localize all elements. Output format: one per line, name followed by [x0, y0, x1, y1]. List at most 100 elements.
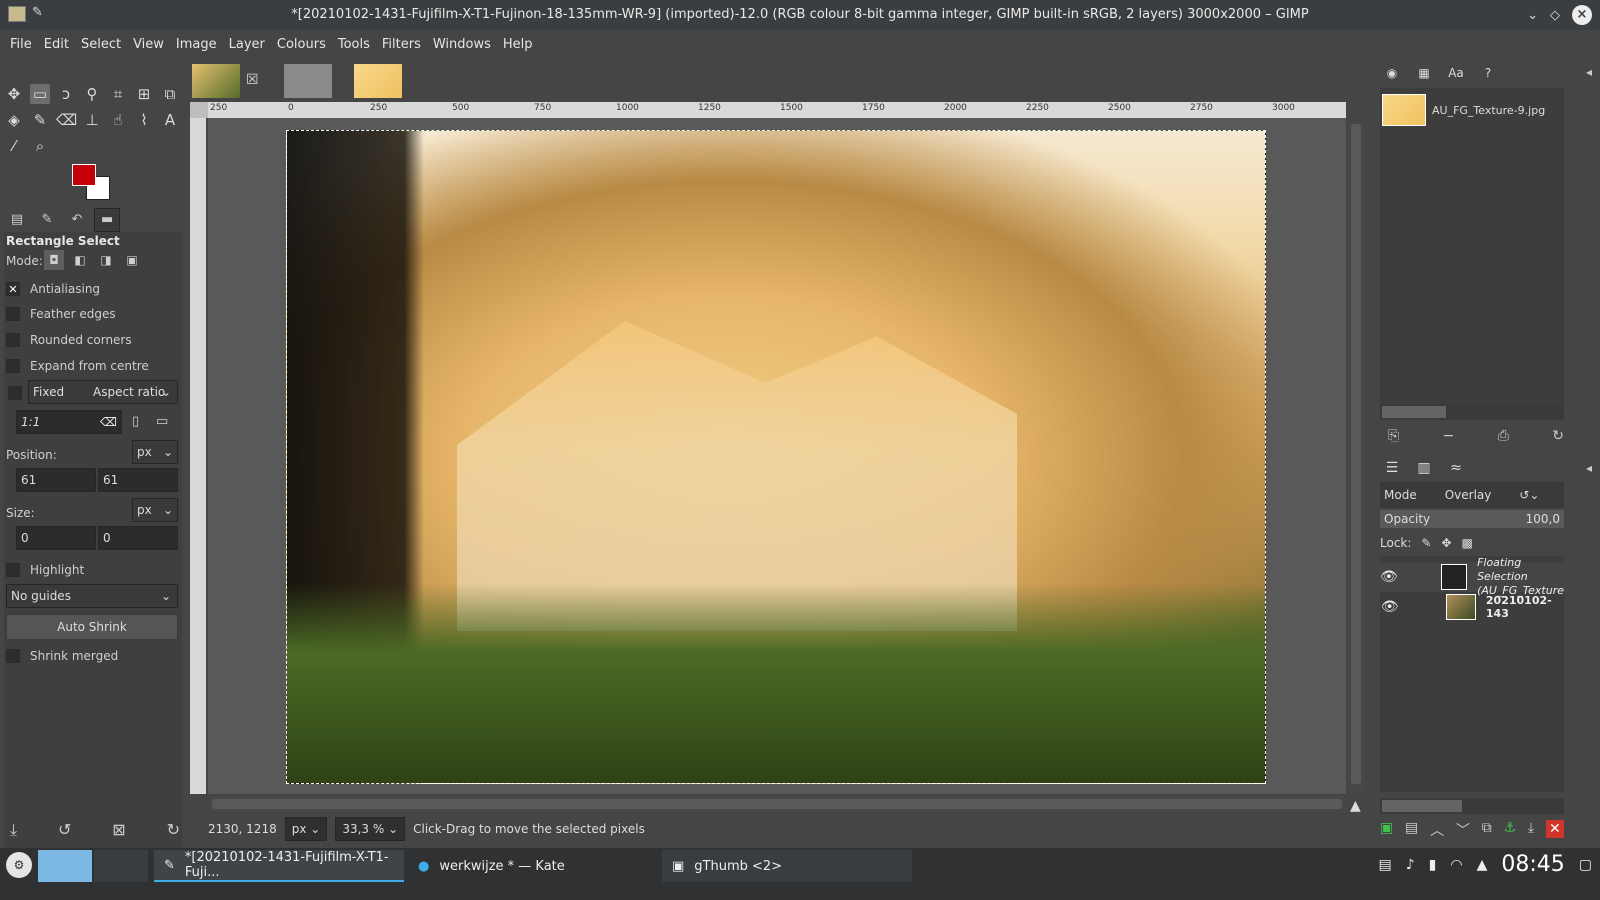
clear-icon[interactable]: ⌫	[100, 411, 117, 433]
minimize-icon[interactable]: ⌄	[1527, 8, 1538, 23]
mode-intersect-icon[interactable]: ▣	[122, 250, 142, 270]
position-y-field[interactable]: 61	[98, 468, 178, 492]
fg-bg-colors[interactable]	[72, 164, 118, 208]
pattern-item[interactable]: AU_FG_Texture-9.jpg	[1382, 92, 1562, 128]
delete-preset-icon[interactable]: ⊠	[112, 820, 125, 840]
scroll-thumb[interactable]	[1382, 406, 1446, 418]
clipboard-icon[interactable]: ▤	[1378, 857, 1391, 873]
canvas[interactable]	[208, 118, 1346, 794]
scroll-thumb[interactable]	[212, 799, 1342, 809]
patterns-tab-icon[interactable]: ▦	[1412, 63, 1436, 83]
paths-tab-icon[interactable]: ≈	[1444, 458, 1468, 478]
paths-tool-icon[interactable]: ⌇	[134, 110, 154, 130]
lasso-tool-icon[interactable]: ↄ	[56, 84, 76, 104]
duplicate-pattern-icon[interactable]: ⎙	[1498, 428, 1509, 444]
scroll-thumb[interactable]	[1351, 124, 1361, 784]
restore-preset-icon[interactable]: ↺	[58, 820, 71, 840]
vertical-scrollbar[interactable]	[1348, 118, 1364, 794]
channels-tab-icon[interactable]: ▥	[1412, 458, 1436, 478]
antialiasing-checkbox[interactable]: ✕ Antialiasing	[6, 281, 176, 297]
size-h-field[interactable]: 0	[98, 526, 178, 550]
layer-row[interactable]: 👁 Floating Selection (AU_FG_Texture	[1380, 556, 1564, 597]
layers-tab-icon[interactable]: ☰	[1380, 458, 1404, 478]
menu-tools[interactable]: Tools	[332, 37, 376, 52]
fonts-tab-icon[interactable]: Aa	[1444, 63, 1468, 83]
size-w-field[interactable]: 0	[16, 526, 96, 550]
portrait-icon[interactable]: ▯	[132, 414, 139, 429]
image-layer-photo[interactable]	[286, 130, 1266, 784]
lock-alpha-icon[interactable]: ▩	[1462, 536, 1473, 550]
brushes-tab-icon[interactable]: ◉	[1380, 63, 1404, 83]
new-layer-icon[interactable]: ▣	[1380, 820, 1393, 840]
position-unit-dropdown[interactable]: px ⌄	[132, 440, 178, 464]
merge-layer-icon[interactable]: ⤓	[1528, 820, 1534, 840]
volume-icon[interactable]: ♪	[1406, 857, 1415, 873]
delete-layer-icon[interactable]: ✕	[1545, 820, 1564, 838]
desktop-1[interactable]	[38, 850, 92, 882]
smudge-tool-icon[interactable]: ☝	[108, 110, 128, 130]
maximize-icon[interactable]: ◇	[1550, 8, 1560, 23]
zoom-tool-icon[interactable]: ⌕	[30, 136, 50, 156]
menu-windows[interactable]: Windows	[427, 37, 497, 52]
menu-filters[interactable]: Filters	[376, 37, 427, 52]
zoom-select[interactable]: 33,3 % ⌄	[335, 817, 406, 841]
landscape-icon[interactable]: ▭	[156, 414, 168, 429]
unit-select[interactable]: px ⌄	[284, 817, 328, 841]
rounded-corners-check[interactable]	[6, 333, 20, 347]
lower-layer-icon[interactable]: ﹀	[1456, 820, 1470, 840]
mode-replace-icon[interactable]: ◘	[44, 250, 64, 270]
scroll-thumb[interactable]	[1382, 800, 1462, 812]
position-x-field[interactable]: 61	[16, 468, 96, 492]
remove-pattern-icon[interactable]: −	[1443, 428, 1455, 444]
duplicate-layer-icon[interactable]: ⧉	[1482, 820, 1492, 840]
battery-icon[interactable]: ▮	[1429, 857, 1437, 873]
navigate-icon[interactable]: ▲	[1350, 798, 1361, 814]
size-unit-dropdown[interactable]: px ⌄	[132, 498, 178, 522]
menu-view[interactable]: View	[127, 37, 170, 52]
layer-scrollbar[interactable]	[1380, 798, 1564, 814]
reset-icon[interactable]: ↻	[167, 820, 180, 840]
menu-edit[interactable]: Edit	[38, 37, 75, 52]
eraser-tool-icon[interactable]: ⌫	[56, 110, 77, 130]
shrink-merged-checkbox[interactable]: Shrink merged	[6, 648, 176, 664]
layer-mode-row[interactable]: Mode Overlay ↺⌄	[1380, 482, 1564, 508]
clock[interactable]: 08:45	[1501, 852, 1564, 877]
bucket-fill-tool-icon[interactable]: ◈	[4, 110, 24, 130]
menu-layer[interactable]: Layer	[223, 37, 271, 52]
highlight-check[interactable]	[6, 563, 20, 577]
lock-pixels-icon[interactable]: ✎	[1421, 536, 1431, 550]
tab-undo-history-icon[interactable]: ↶	[64, 210, 90, 230]
guides-dropdown[interactable]: No guides ⌄	[6, 584, 178, 608]
fixed-check[interactable]	[8, 386, 22, 400]
task-gimp[interactable]: ✎ *[20210102-1431-Fujifilm-X-T1-Fuji...	[154, 850, 404, 882]
task-gthumb[interactable]: ▣ gThumb <2>	[662, 850, 912, 882]
fixed-dropdown[interactable]: Fixed Aspect ratio ⌄	[28, 380, 178, 404]
pattern-scrollbar[interactable]	[1380, 404, 1564, 420]
lock-position-icon[interactable]: ✥	[1441, 536, 1451, 550]
ruler-corner[interactable]	[190, 102, 208, 118]
menu-image[interactable]: Image	[170, 37, 223, 52]
text-tool-icon[interactable]: A	[160, 110, 180, 130]
menu-file[interactable]: File	[4, 37, 38, 52]
antialiasing-check[interactable]: ✕	[6, 282, 20, 296]
image-tab-photo[interactable]	[192, 64, 240, 98]
expand-from-centre-check[interactable]	[6, 359, 20, 373]
tab-tool-options-icon[interactable]: ▤	[4, 210, 30, 230]
tray-expand-icon[interactable]: ▲	[1477, 857, 1488, 873]
new-layer-group-icon[interactable]: ▤	[1405, 820, 1418, 840]
crop-tool-icon[interactable]: ⌗	[108, 84, 128, 104]
reset-mode-icon[interactable]: ↺⌄	[1519, 488, 1539, 502]
shrink-merged-check[interactable]	[6, 649, 20, 663]
layer-row[interactable]: 👁 20210102-143	[1380, 592, 1564, 622]
task-kate[interactable]: ● werkwijze * — Kate	[408, 850, 658, 882]
mode-subtract-icon[interactable]: ◨	[96, 250, 116, 270]
foreground-color-swatch[interactable]	[72, 164, 96, 186]
opacity-slider[interactable]: Opacity 100,0	[1380, 510, 1564, 528]
app-launcher-icon[interactable]: ⚙	[6, 852, 32, 878]
horizontal-scrollbar[interactable]	[208, 796, 1346, 812]
feather-edges-checkbox[interactable]: Feather edges	[6, 306, 176, 322]
feather-edges-check[interactable]	[6, 307, 20, 321]
close-tab-icon[interactable]: ☒	[246, 72, 259, 88]
unified-transform-tool-icon[interactable]: ⊞	[134, 84, 154, 104]
mode-add-icon[interactable]: ◧	[70, 250, 90, 270]
